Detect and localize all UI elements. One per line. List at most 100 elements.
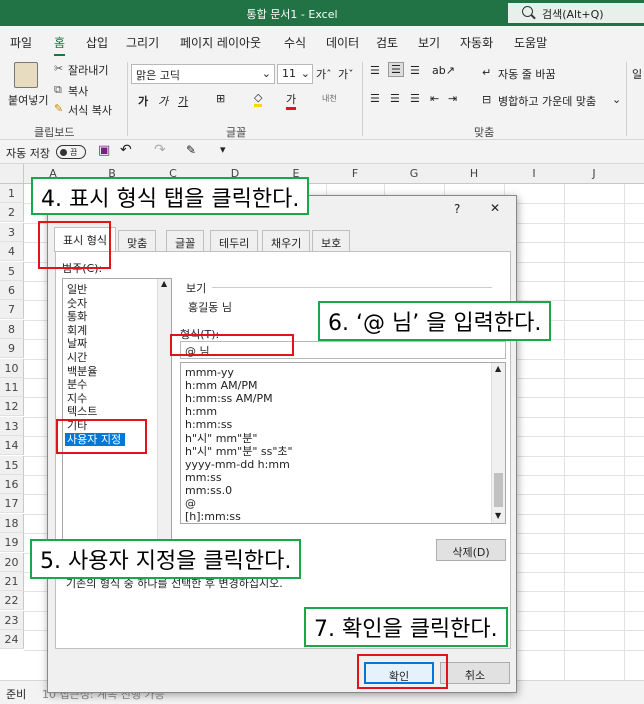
row-header-12[interactable]: 12 bbox=[0, 397, 24, 417]
bold-icon[interactable]: 가 bbox=[138, 93, 148, 109]
column-header-g[interactable]: G bbox=[384, 167, 444, 180]
align-middle-icon[interactable]: ☰ bbox=[388, 62, 404, 77]
scroll-down-icon[interactable]: ▼ bbox=[495, 511, 501, 520]
decrease-font-icon[interactable]: 가ˇ bbox=[338, 66, 354, 82]
format-list[interactable]: ▲ ▼ mmm-yy h:mm AM/PM h:mm:ss AM/PM h:mm h:m… bbox=[180, 362, 506, 524]
number-format-select[interactable]: 일 bbox=[632, 66, 642, 82]
font-size-select[interactable]: 11 ⌄ bbox=[277, 64, 313, 84]
tab-border[interactable]: 테두리 bbox=[210, 230, 259, 252]
tab-view[interactable]: 보기 bbox=[418, 34, 440, 51]
row-header-9[interactable]: 9 bbox=[0, 339, 24, 359]
category-item[interactable]: 시간 bbox=[67, 351, 87, 364]
autosave-toggle[interactable]: 끔 bbox=[56, 145, 86, 159]
decrease-indent-icon[interactable]: ⇤ bbox=[430, 92, 439, 105]
format-item[interactable]: mmm-yy bbox=[185, 366, 234, 379]
select-all-corner[interactable] bbox=[0, 164, 24, 184]
column-header-f[interactable]: F bbox=[326, 167, 384, 180]
format-item[interactable]: mm:ss bbox=[185, 471, 222, 484]
category-item[interactable]: 일반 bbox=[67, 283, 87, 296]
cancel-button[interactable]: 취소 bbox=[440, 662, 510, 684]
align-bottom-icon[interactable]: ☰ bbox=[410, 64, 420, 77]
scroll-up-icon[interactable]: ▲ bbox=[161, 279, 167, 288]
delete-button[interactable]: 삭제(D) bbox=[436, 539, 506, 561]
category-item[interactable]: 통화 bbox=[67, 310, 87, 323]
tab-automate[interactable]: 자동화 bbox=[460, 34, 493, 51]
tab-page-layout[interactable]: 페이지 레이아웃 bbox=[180, 34, 261, 51]
row-header-15[interactable]: 15 bbox=[0, 455, 24, 475]
row-header-21[interactable]: 21 bbox=[0, 572, 24, 591]
category-item[interactable]: 분수 bbox=[67, 378, 87, 391]
redo-icon[interactable]: ↷ bbox=[154, 142, 166, 158]
fill-color-icon[interactable]: ◇ bbox=[254, 91, 263, 107]
tab-alignment[interactable]: 맞춤 bbox=[118, 230, 157, 252]
row-header-10[interactable]: 10 bbox=[0, 358, 24, 378]
tab-file[interactable]: 파일 bbox=[10, 34, 32, 51]
chevron-down-icon[interactable]: ⌄ bbox=[612, 93, 621, 106]
column-header-j[interactable]: J bbox=[564, 167, 624, 180]
wrap-text-button[interactable]: 자동 줄 바꿈 bbox=[498, 66, 556, 82]
help-button[interactable]: ? bbox=[454, 202, 460, 216]
save-icon[interactable]: ▣ bbox=[98, 143, 110, 158]
tab-protection[interactable]: 보호 bbox=[312, 230, 351, 252]
row-header-14[interactable]: 14 bbox=[0, 436, 24, 456]
category-scrollbar[interactable]: ▲ bbox=[157, 279, 171, 539]
row-header-6[interactable]: 6 bbox=[0, 281, 24, 300]
format-painter-qat-icon[interactable]: ✎ bbox=[186, 143, 196, 157]
category-item[interactable]: 숫자 bbox=[67, 297, 87, 310]
row-header-18[interactable]: 18 bbox=[0, 513, 24, 533]
format-item[interactable]: h:mm:ss bbox=[185, 418, 232, 431]
cut-button[interactable]: 잘라내기 bbox=[68, 62, 108, 78]
copy-button[interactable]: 복사 bbox=[68, 83, 88, 99]
font-color-icon[interactable]: 가 bbox=[286, 91, 297, 110]
row-header-24[interactable]: 24 bbox=[0, 630, 24, 650]
category-list[interactable]: ▲ 일반 숫자 통화 회계 날짜 시간 백분율 분수 지수 텍스트 기타 사용자 지정 bbox=[62, 278, 172, 540]
category-item[interactable]: 지수 bbox=[67, 392, 87, 405]
tab-fill[interactable]: 채우기 bbox=[262, 230, 311, 252]
category-item[interactable]: 백분율 bbox=[67, 365, 97, 378]
format-item[interactable]: h:mm bbox=[185, 405, 217, 418]
scroll-up-icon[interactable]: ▲ bbox=[495, 364, 501, 373]
tab-font[interactable]: 글꼴 bbox=[166, 230, 205, 252]
column-header-i[interactable]: I bbox=[504, 167, 564, 180]
row-header-8[interactable]: 8 bbox=[0, 319, 24, 339]
paste-button[interactable]: 붙여넣기 bbox=[8, 92, 48, 108]
borders-icon[interactable]: ⊞ bbox=[216, 92, 225, 105]
underline-icon[interactable]: 가 bbox=[178, 93, 188, 109]
row-header-5[interactable]: 5 bbox=[0, 261, 24, 281]
phonetic-icon[interactable]: 내천 bbox=[322, 93, 337, 104]
customize-qat-icon[interactable]: ▾ bbox=[220, 143, 226, 156]
align-center-icon[interactable]: ☰ bbox=[390, 92, 400, 105]
row-header-11[interactable]: 11 bbox=[0, 378, 24, 397]
format-item[interactable]: h"시" mm"분" ss"초" bbox=[185, 445, 293, 458]
format-item[interactable]: yyyy-mm-dd h:mm bbox=[185, 458, 290, 471]
row-header-3[interactable]: 3 bbox=[0, 222, 24, 242]
category-item[interactable]: 텍스트 bbox=[67, 405, 97, 418]
font-name-select[interactable]: 맑은 고딕 ⌄ bbox=[131, 64, 275, 84]
row-header-16[interactable]: 16 bbox=[0, 475, 24, 494]
align-left-icon[interactable]: ☰ bbox=[370, 92, 380, 105]
row-header-1[interactable]: 1 bbox=[0, 184, 24, 203]
tab-insert[interactable]: 삽입 bbox=[86, 34, 108, 51]
row-header-23[interactable]: 23 bbox=[0, 610, 24, 630]
category-item[interactable]: 회계 bbox=[67, 324, 87, 337]
format-painter-button[interactable]: 서식 복사 bbox=[68, 102, 112, 118]
format-item[interactable]: h:mm:ss AM/PM bbox=[185, 392, 273, 405]
tab-draw[interactable]: 그리기 bbox=[126, 34, 159, 51]
increase-indent-icon[interactable]: ⇥ bbox=[448, 92, 457, 105]
tab-home[interactable]: 홈 bbox=[54, 34, 66, 56]
row-header-22[interactable]: 22 bbox=[0, 591, 24, 611]
category-item[interactable]: 날짜 bbox=[67, 337, 87, 350]
italic-icon[interactable]: 가 bbox=[158, 93, 168, 109]
align-right-icon[interactable]: ☰ bbox=[410, 92, 420, 105]
tab-help[interactable]: 도움말 bbox=[514, 34, 547, 51]
scroll-thumb[interactable] bbox=[494, 473, 503, 507]
format-item[interactable]: mm:ss.0 bbox=[185, 484, 232, 497]
close-button[interactable]: ✕ bbox=[490, 201, 500, 215]
search-box[interactable]: 검색(Alt+Q) bbox=[508, 3, 644, 23]
format-item[interactable]: @ bbox=[185, 497, 196, 510]
tab-data[interactable]: 데이터 bbox=[326, 34, 359, 51]
row-header-17[interactable]: 17 bbox=[0, 494, 24, 514]
format-item[interactable]: h"시" mm"분" bbox=[185, 432, 257, 445]
row-header-4[interactable]: 4 bbox=[0, 242, 24, 262]
orientation-icon[interactable]: ab↗ bbox=[432, 64, 455, 77]
